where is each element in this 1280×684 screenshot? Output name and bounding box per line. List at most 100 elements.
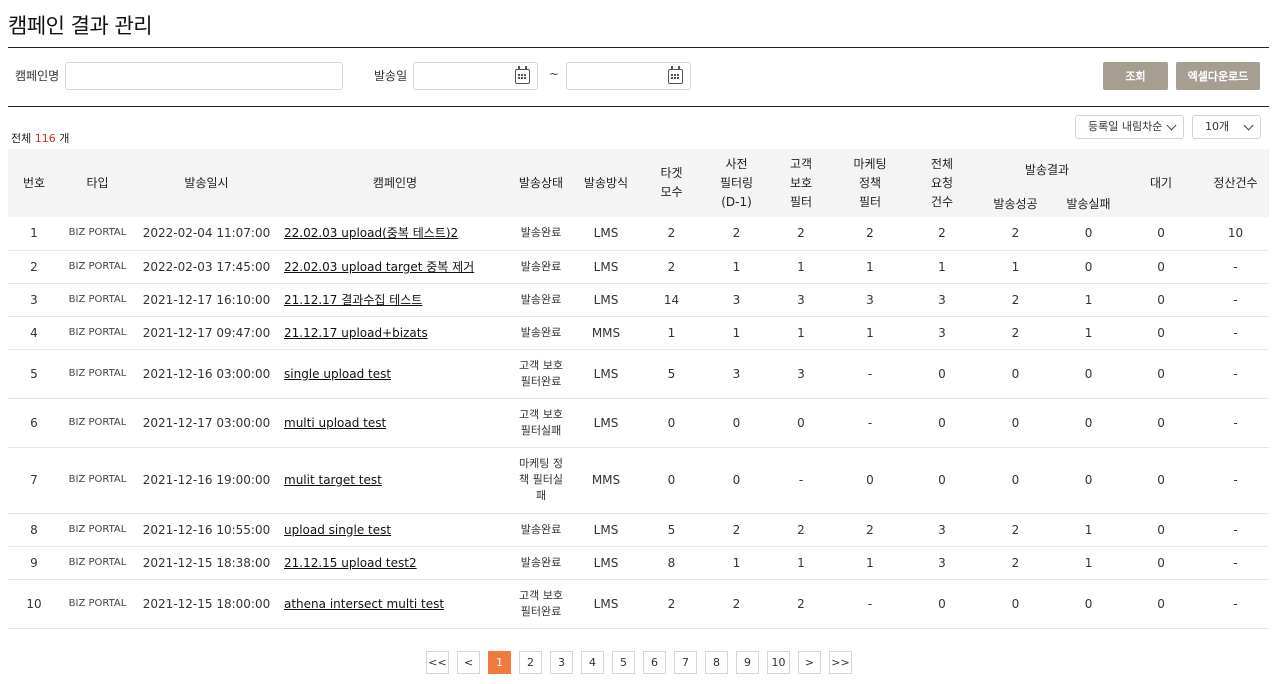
campaign-name-link[interactable]: upload single test: [284, 523, 391, 537]
cell-send-datetime: 2021-12-15 18:38:00: [135, 546, 278, 580]
campaign-name-link[interactable]: athena intersect multi test: [284, 597, 444, 611]
prev-page-button[interactable]: <: [457, 651, 480, 674]
cell-waiting: 0: [1120, 398, 1203, 448]
cell-no: 2: [8, 250, 60, 284]
page-button-10[interactable]: 10: [767, 651, 790, 674]
table-row[interactable]: 6 BIZ PORTAL 2021-12-17 03:00:00 multi uplo…: [8, 398, 1270, 448]
cell-total-requests: 0: [910, 447, 974, 514]
title-divider: [8, 47, 1269, 48]
table-row[interactable]: 3 BIZ PORTAL 2021-12-17 16:10:00 21.12.17 결…: [8, 283, 1270, 317]
campaign-name-input[interactable]: [65, 62, 343, 90]
cell-billing-count: -: [1202, 579, 1270, 629]
cell-type: BIZ PORTAL: [60, 447, 135, 514]
cell-type: BIZ PORTAL: [60, 316, 135, 350]
table-row[interactable]: 7 BIZ PORTAL 2021-12-16 19:00:00 mulit targ…: [8, 447, 1270, 514]
page-button-4[interactable]: 4: [581, 651, 604, 674]
cell-customer-filter: 2: [772, 513, 830, 547]
table-body: 1 BIZ PORTAL 2022-02-04 11:07:00 22.02.03 u…: [8, 217, 1270, 629]
cell-target-count: 0: [642, 398, 701, 448]
cell-no: 1: [8, 217, 60, 251]
table-row[interactable]: 10 BIZ PORTAL 2021-12-15 18:00:00 athena in…: [8, 579, 1270, 629]
cell-campaign-name: mulit target test: [278, 447, 512, 514]
cell-billing-count: -: [1202, 447, 1270, 514]
cell-waiting: 0: [1120, 513, 1203, 547]
status-line: 고객 보호: [519, 407, 563, 421]
cell-send-status: 고객 보호 필터실패: [512, 398, 570, 448]
cell-send-datetime: 2021-12-17 09:47:00: [135, 316, 278, 350]
cell-customer-filter: 2: [772, 217, 830, 251]
cell-target-count: 8: [642, 546, 701, 580]
query-button[interactable]: 조회: [1103, 62, 1168, 90]
total-number: 116: [34, 132, 56, 145]
calendar-icon[interactable]: [668, 66, 683, 84]
cell-send-success: 2: [974, 283, 1057, 317]
page-button-7[interactable]: 7: [674, 651, 697, 674]
excel-download-button[interactable]: 엑셀다운로드: [1176, 62, 1260, 90]
cell-customer-filter: 2: [772, 579, 830, 629]
cell-send-status: 마케팅 정책 필터실 패: [512, 447, 570, 514]
th-type: 타입: [60, 149, 135, 217]
table-header-row: 번호 타입 발송일시 캠페인명 발송상태 발송방식 타겟 모수 사전 필터링 (D-1…: [8, 149, 1270, 217]
cell-marketing-filter: -: [830, 579, 910, 629]
th-campaign-name: 캠페인명: [278, 149, 512, 217]
page-title: 캠페인 결과 관리: [8, 14, 153, 38]
th-pre-filter: 사전 필터링 (D-1): [701, 149, 772, 217]
cell-pre-filter: 1: [701, 316, 772, 350]
status-line: 발송완료: [520, 292, 562, 306]
first-page-button[interactable]: <<: [426, 651, 449, 674]
campaign-name-link[interactable]: 21.12.17 결과수집 테스트: [284, 293, 422, 307]
page-button-8[interactable]: 8: [705, 651, 728, 674]
th-send-fail: 발송실패: [1057, 191, 1121, 217]
campaign-name-link[interactable]: 21.12.17 upload+bizats: [284, 326, 428, 340]
cell-pre-filter: 2: [701, 513, 772, 547]
cell-waiting: 0: [1120, 217, 1203, 251]
page-size-select[interactable]: 10개: [1192, 115, 1261, 139]
campaign-name-link[interactable]: mulit target test: [284, 473, 382, 487]
campaign-name-link[interactable]: single upload test: [284, 367, 391, 381]
total-prefix: 전체: [11, 132, 32, 145]
last-page-button[interactable]: >>: [829, 651, 852, 674]
calendar-icon[interactable]: [515, 66, 530, 84]
page-button-9[interactable]: 9: [736, 651, 759, 674]
page-button-3[interactable]: 3: [550, 651, 573, 674]
page-button-2[interactable]: 2: [519, 651, 542, 674]
status-line: 발송완료: [520, 259, 562, 273]
cell-send-datetime: 2022-02-03 17:45:00: [135, 250, 278, 284]
cell-total-requests: 0: [910, 398, 974, 448]
cell-waiting: 0: [1120, 349, 1203, 399]
cell-no: 4: [8, 316, 60, 350]
campaign-name-link[interactable]: 21.12.15 upload test2: [284, 556, 417, 570]
campaign-name-link[interactable]: 22.02.03 upload(중복 테스트)2: [284, 226, 458, 240]
cell-send-fail: 0: [1057, 447, 1121, 514]
send-date-label: 발송일: [374, 69, 408, 83]
table-row[interactable]: 8 BIZ PORTAL 2021-12-16 10:55:00 upload sin…: [8, 513, 1270, 547]
page-button-6[interactable]: 6: [643, 651, 666, 674]
cell-customer-filter: -: [772, 447, 830, 514]
table-row[interactable]: 4 BIZ PORTAL 2021-12-17 09:47:00 21.12.17 u…: [8, 316, 1270, 350]
cell-send-success: 0: [974, 349, 1057, 399]
page-button-1[interactable]: 1: [488, 651, 511, 674]
chevron-down-icon: [1243, 120, 1254, 131]
table-row[interactable]: 5 BIZ PORTAL 2021-12-16 03:00:00 single upl…: [8, 349, 1270, 399]
total-suffix: 개: [59, 132, 70, 145]
total-count: 전체 116 개: [11, 130, 69, 146]
page-button-5[interactable]: 5: [612, 651, 635, 674]
cell-waiting: 0: [1120, 447, 1203, 514]
campaign-name-link[interactable]: multi upload test: [284, 416, 386, 430]
status-line: 패: [535, 489, 547, 502]
table-row[interactable]: 1 BIZ PORTAL 2022-02-04 11:07:00 22.02.03 u…: [8, 217, 1270, 251]
cell-send-datetime: 2021-12-16 03:00:00: [135, 349, 278, 399]
cell-pre-filter: 3: [701, 283, 772, 317]
cell-send-success: 0: [974, 579, 1057, 629]
sort-select[interactable]: 등록일 내림차순: [1075, 115, 1184, 139]
table-row[interactable]: 9 BIZ PORTAL 2021-12-15 18:38:00 21.12.15 u…: [8, 546, 1270, 580]
campaign-name-link[interactable]: 22.02.03 upload target 중복 제거: [284, 260, 474, 274]
th-waiting: 대기: [1120, 149, 1203, 217]
status-line: 필터완료: [520, 604, 562, 618]
next-page-button[interactable]: >: [798, 651, 821, 674]
date-from-input[interactable]: [413, 62, 538, 90]
date-to-input[interactable]: [566, 62, 691, 90]
table-row[interactable]: 2 BIZ PORTAL 2022-02-03 17:45:00 22.02.03 u…: [8, 250, 1270, 284]
search-bar: 캠페인명 발송일 ~ 조회 엑셀다운로드: [8, 58, 1269, 94]
status-line: 책 필터실: [519, 473, 563, 486]
